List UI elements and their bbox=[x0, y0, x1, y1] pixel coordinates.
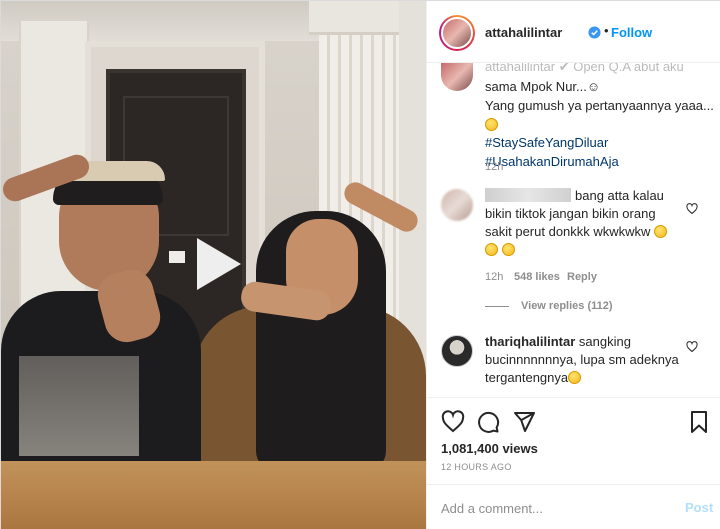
heart-icon[interactable] bbox=[441, 410, 465, 434]
view-count: 1,081,400 views bbox=[441, 441, 538, 456]
comment-1-text: bang atta kalau bikin tiktok jangan biki… bbox=[485, 187, 685, 259]
comment-2-line-1: sangking bbox=[578, 334, 631, 349]
comment-icon[interactable] bbox=[476, 410, 500, 434]
comment-1-likes[interactable]: 548 likes bbox=[514, 271, 560, 283]
post-comment-button[interactable]: Post bbox=[685, 500, 713, 515]
comment-1-likes-count: 548 likes bbox=[514, 271, 560, 283]
comment-1-line-2: bikin tiktok jangan bikin orang bbox=[485, 206, 656, 221]
view-replies-line bbox=[485, 306, 509, 307]
comment-2-line-3: tergantengnya bbox=[485, 370, 569, 385]
comments-scroll-area[interactable]: attahalilintar ✔ Open Q.A abut aku sama … bbox=[427, 63, 720, 397]
post-actions: 1,081,400 views 12 HOURS AGO bbox=[427, 397, 720, 481]
add-comment-input[interactable] bbox=[441, 498, 661, 518]
add-comment-bar: Post bbox=[427, 484, 720, 529]
video-scene-table bbox=[1, 461, 426, 529]
post-header: attahalilintar • Follow bbox=[427, 1, 720, 63]
header-separator: • bbox=[604, 23, 609, 38]
comment-1-username-blurred[interactable] bbox=[485, 188, 571, 202]
author-avatar-image bbox=[441, 17, 473, 49]
comment-1-line-1: bang atta kalau bbox=[575, 188, 664, 203]
author-username[interactable]: attahalilintar bbox=[485, 25, 562, 40]
comment-2-text: thariqhalilintar sangking bucinnnnnnnya,… bbox=[485, 333, 685, 387]
video-player[interactable] bbox=[1, 1, 426, 529]
play-icon[interactable] bbox=[187, 234, 247, 294]
smile-emoji-icon bbox=[568, 371, 582, 384]
comment-avatar-blurred[interactable] bbox=[441, 189, 473, 221]
comment-1-age: 12h bbox=[485, 271, 504, 283]
grin-emoji-icon bbox=[654, 225, 668, 238]
caption-age: 12h bbox=[485, 161, 504, 173]
view-replies-button[interactable]: View replies (112) bbox=[521, 300, 613, 312]
video-scene-pillar-cap bbox=[309, 1, 409, 35]
caption-avatar[interactable] bbox=[441, 63, 473, 91]
caption-line-2: Yang gumush ya pertanyaannya yaaa... bbox=[485, 98, 714, 113]
comment-2-username[interactable]: thariqhalilintar bbox=[485, 334, 575, 349]
post-container: attahalilintar • Follow attahalilintar ✔… bbox=[0, 0, 720, 529]
comment-1-line-3: sakit perut donkkk wkwkwkw bbox=[485, 224, 651, 239]
caption-truncated-line: attahalilintar ✔ Open Q.A abut aku bbox=[485, 63, 684, 74]
comment-2-heart-icon[interactable] bbox=[686, 341, 698, 353]
post-time: 12 HOURS AGO bbox=[441, 462, 512, 472]
bookmark-icon[interactable] bbox=[687, 410, 711, 434]
share-icon[interactable] bbox=[512, 410, 536, 434]
hashtag-usahakan[interactable]: #UsahakanDirumahAja bbox=[485, 154, 619, 169]
grin-emoji-icon bbox=[501, 243, 515, 256]
grin-emoji-icon bbox=[485, 243, 498, 256]
caption-line-1: sama Mpok Nur...☺ bbox=[485, 79, 601, 94]
author-avatar[interactable] bbox=[439, 15, 475, 51]
verified-icon bbox=[588, 26, 601, 39]
comment-1-reply-button[interactable]: Reply bbox=[567, 271, 597, 283]
comment-2-avatar[interactable] bbox=[441, 335, 473, 367]
post-side-panel: attahalilintar • Follow attahalilintar ✔… bbox=[426, 1, 720, 529]
comment-2-line-2: bucinnnnnnnya, lupa sm adeknya bbox=[485, 352, 679, 367]
video-person-male-shirt-print bbox=[19, 356, 139, 456]
caption-emoji bbox=[485, 117, 498, 132]
video-scene-switch bbox=[169, 251, 185, 263]
follow-button[interactable]: Follow bbox=[611, 25, 652, 40]
comment-1-heart-icon[interactable] bbox=[686, 203, 698, 215]
hashtag-stay-safe[interactable]: #StaySafeYangDiluar bbox=[485, 135, 608, 150]
comment-1-reply-label: Reply bbox=[567, 271, 597, 283]
grin-emoji-icon bbox=[485, 118, 498, 131]
